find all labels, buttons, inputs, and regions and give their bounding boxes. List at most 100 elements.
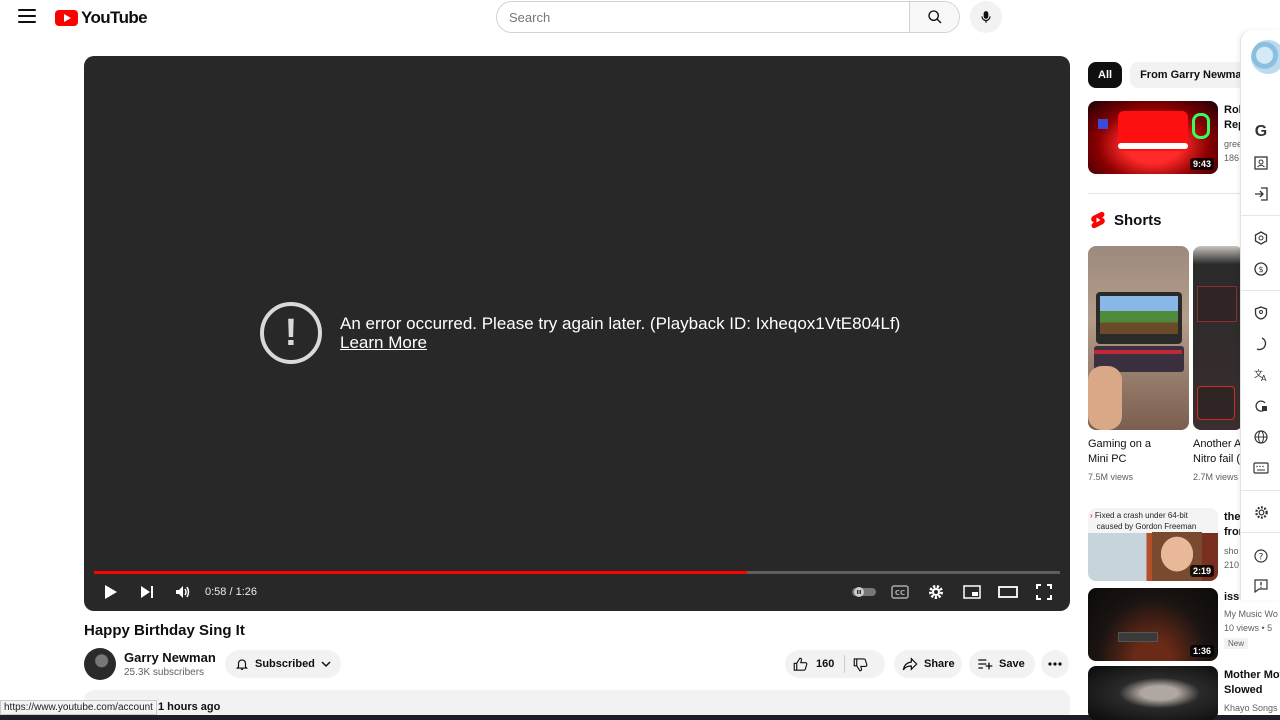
captions-icon: CC — [891, 585, 909, 599]
refresh-lock-icon[interactable] — [1250, 395, 1272, 417]
privacy-shield-icon[interactable] — [1250, 302, 1272, 324]
search-input[interactable] — [497, 2, 909, 32]
miniplayer-icon — [963, 585, 981, 599]
short-title[interactable]: Gaming on a Mini PC — [1088, 437, 1151, 467]
theater-mode-icon — [998, 586, 1018, 598]
error-icon: ! — [260, 302, 322, 364]
autoplay-toggle[interactable] — [846, 576, 882, 608]
shorts-thumbnail[interactable] — [1193, 246, 1243, 430]
settings-gear-icon — [929, 585, 943, 599]
more-horizontal-icon — [1048, 662, 1062, 666]
thumbnail-window — [1118, 632, 1158, 642]
voice-search-button[interactable] — [970, 1, 1002, 33]
keyboard-keys — [1094, 350, 1182, 354]
volume-button[interactable] — [165, 576, 201, 608]
chip-all[interactable]: All — [1088, 62, 1123, 88]
status-url-tooltip: https://www.youtube.com/account — [0, 700, 157, 715]
save-button[interactable]: Save — [969, 650, 1035, 678]
svg-text:$: $ — [1258, 265, 1263, 274]
dollar-icon[interactable]: $ — [1250, 258, 1272, 280]
top-bar: YouTube — [0, 0, 1280, 36]
next-button[interactable] — [129, 576, 165, 608]
volume-icon — [176, 586, 190, 598]
thumbs-up-icon[interactable] — [793, 657, 808, 672]
video-thumbnail[interactable]: › Fixed a crash under 64-bit caused by G… — [1088, 508, 1218, 581]
channel-avatar[interactable] — [84, 648, 116, 680]
captions-button[interactable]: CC — [882, 576, 918, 608]
autoplay-toggle-icon — [852, 587, 876, 597]
progress-bar[interactable] — [94, 571, 1060, 574]
panel-divider — [1240, 290, 1280, 291]
short-title[interactable]: Another A Nitro fail ( — [1193, 437, 1241, 467]
player-controls-right: CC — [846, 576, 1062, 608]
bell-icon — [235, 659, 249, 670]
video-thumbnail[interactable] — [1088, 666, 1218, 720]
learn-more-link[interactable]: Learn More — [340, 333, 427, 353]
subscriber-count: 25.3K subscribers — [124, 667, 205, 678]
keyboard-icon[interactable] — [1250, 457, 1272, 479]
miniplayer-button[interactable] — [954, 576, 990, 608]
settings-button[interactable] — [918, 576, 954, 608]
save-label: Save — [999, 658, 1025, 670]
add-to-playlist-icon — [978, 659, 993, 670]
fullscreen-button[interactable] — [1026, 576, 1062, 608]
video-thumbnail[interactable]: 9:43 — [1088, 101, 1218, 174]
youtube-logo-icon — [55, 10, 78, 26]
description-meta: 1 hours ago — [158, 701, 221, 713]
feedback-icon[interactable] — [1250, 575, 1272, 597]
video-duration: 2:19 — [1189, 565, 1214, 577]
help-icon[interactable]: ? — [1250, 545, 1272, 567]
settings-gear-icon[interactable] — [1250, 501, 1272, 523]
new-badge: New — [1224, 638, 1249, 649]
account-avatar[interactable] — [1251, 40, 1280, 74]
video-duration: 1:36 — [1189, 645, 1214, 657]
dark-mode-icon[interactable] — [1250, 333, 1272, 355]
thumbs-down-icon[interactable] — [853, 657, 868, 672]
google-icon[interactable]: G — [1250, 121, 1272, 143]
error-overlay: ! An error occurred. Please try again la… — [260, 302, 900, 364]
mini-pc-screen — [1096, 292, 1182, 344]
shorts-header: Shorts — [1090, 211, 1162, 229]
video-channel: My Music Wo — [1224, 609, 1278, 619]
like-count[interactable]: 160 — [816, 658, 834, 670]
globe-icon[interactable] — [1250, 426, 1272, 448]
play-button[interactable] — [93, 576, 129, 608]
like-divider — [844, 655, 846, 673]
shorts-icon — [1091, 211, 1105, 229]
sign-in-icon[interactable] — [1250, 183, 1272, 205]
search-button[interactable] — [909, 2, 959, 32]
like-dislike-group: 160 — [785, 650, 885, 678]
contacts-icon[interactable] — [1250, 152, 1272, 174]
translate-icon[interactable]: 文A — [1250, 364, 1272, 386]
play-icon — [105, 585, 117, 599]
recommended-video[interactable]: Mother Mot Slowed Khayo Songs — [1088, 666, 1280, 720]
panel-divider — [1240, 215, 1280, 216]
video-title: Mother Mot Slowed — [1224, 669, 1280, 696]
search-icon — [927, 10, 941, 24]
video-player[interactable]: ! An error occurred. Please try again la… — [84, 56, 1070, 611]
thumbnail-white-strip — [1118, 143, 1188, 149]
filter-chips: All From Garry Newman — [1088, 62, 1259, 88]
subscribed-button[interactable]: Subscribed — [225, 650, 341, 678]
youtube-logo[interactable]: YouTube — [55, 8, 148, 28]
thumbnail-blue-figure — [1098, 119, 1108, 129]
error-message: An error occurred. Please try again late… — [340, 313, 901, 333]
share-button[interactable]: Share — [894, 650, 962, 678]
search-box — [496, 1, 960, 33]
channel-name[interactable]: Garry Newman — [124, 650, 216, 665]
shorts-label: Shorts — [1114, 211, 1162, 229]
video-thumbnail[interactable]: 1:36 — [1088, 588, 1218, 661]
more-actions-button[interactable] — [1041, 650, 1069, 678]
theater-mode-button[interactable] — [990, 576, 1026, 608]
fullscreen-icon — [1036, 584, 1052, 600]
game-scene — [1100, 296, 1178, 334]
hexagon-shield-icon[interactable] — [1250, 227, 1272, 249]
menu-icon[interactable] — [18, 9, 36, 23]
thumbnail-green-figure — [1192, 113, 1210, 139]
chevron-down-icon — [321, 661, 331, 668]
microphone-icon — [981, 11, 991, 23]
share-label: Share — [924, 658, 955, 670]
shorts-thumbnail[interactable] — [1088, 246, 1189, 430]
video-channel: Khayo Songs — [1224, 703, 1278, 713]
video-views: 10 views • 5 — [1224, 623, 1273, 633]
